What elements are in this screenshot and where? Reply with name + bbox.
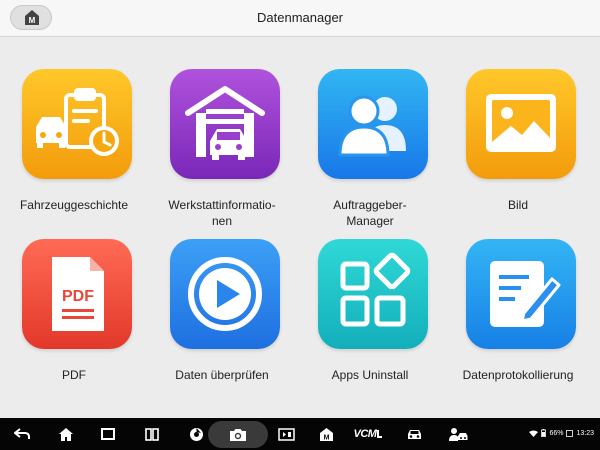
clock: 13:23 (576, 429, 594, 437)
app-icon-bg (466, 239, 576, 349)
app-tile-data-logging[interactable]: Datenprotokollierung (444, 37, 592, 382)
apps-grid-icon (340, 252, 411, 327)
data-log-icon (490, 261, 561, 327)
app-icon-bg: PDF (22, 239, 132, 349)
app-label: Datenprotokollierung (462, 368, 574, 382)
camera-icon (230, 429, 246, 441)
status-area: 66% 13:23 (529, 429, 594, 437)
home-nav-button[interactable] (54, 418, 78, 450)
svg-text:M: M (323, 434, 329, 441)
app-label: Fahrzeuggeschichte (19, 198, 129, 212)
battery-icon (541, 429, 547, 437)
app-icon-bg (170, 239, 280, 349)
split-screen-button[interactable] (140, 418, 164, 450)
wifi-icon (529, 430, 539, 437)
app-icon-bg (318, 239, 428, 349)
app-label: PDF (62, 368, 86, 382)
back-arrow-icon (14, 428, 30, 439)
app-tile-pdf[interactable]: PDF PDF (0, 37, 148, 382)
app-label: Werkstattinformatio- nen (168, 198, 276, 228)
app-grid: Fahrzeuggeschichte Werkstattinformatio- … (0, 37, 600, 418)
battery-percent: 66% (549, 429, 564, 437)
home-m-icon: M (319, 427, 333, 441)
app-label: Bild (507, 198, 528, 212)
car-icon (407, 429, 421, 439)
maxisys-home-button[interactable]: M (314, 418, 338, 450)
app-label: Daten überprüfen (175, 368, 269, 382)
app-tile-review-data[interactable]: Daten überprüfen (148, 37, 296, 382)
vcm-connection-icon (377, 430, 383, 438)
system-navbar: M VCM 66% 13:23 (0, 418, 600, 450)
browser-icon (189, 427, 203, 441)
technician-car-icon (448, 427, 467, 441)
pdf-icon: PDF (52, 257, 104, 331)
screen-record-button[interactable] (274, 418, 298, 450)
technician-button[interactable] (446, 418, 470, 450)
app-label: Apps Uninstall (331, 368, 409, 382)
screenshot-button[interactable] (208, 421, 268, 448)
title-bar: M Datenmanager (0, 0, 600, 37)
app-label: Auftraggeber- Manager (333, 198, 407, 228)
screen-record-icon (277, 427, 295, 441)
vcm-button[interactable]: VCM (350, 418, 386, 450)
notification-icon (566, 429, 574, 437)
recent-apps-button[interactable] (96, 418, 120, 450)
vcm-label: VCM (353, 428, 377, 440)
home-icon (59, 427, 73, 441)
app-tile-apps-uninstall[interactable]: Apps Uninstall (296, 37, 444, 382)
vehicle-button[interactable] (402, 418, 426, 450)
svg-text:PDF: PDF (62, 288, 94, 305)
split-screen-icon (145, 427, 159, 441)
browser-button[interactable] (184, 418, 208, 450)
page-title: Datenmanager (257, 10, 343, 25)
play-icon (188, 257, 262, 331)
back-button[interactable] (10, 418, 34, 450)
recent-apps-icon (101, 428, 115, 440)
